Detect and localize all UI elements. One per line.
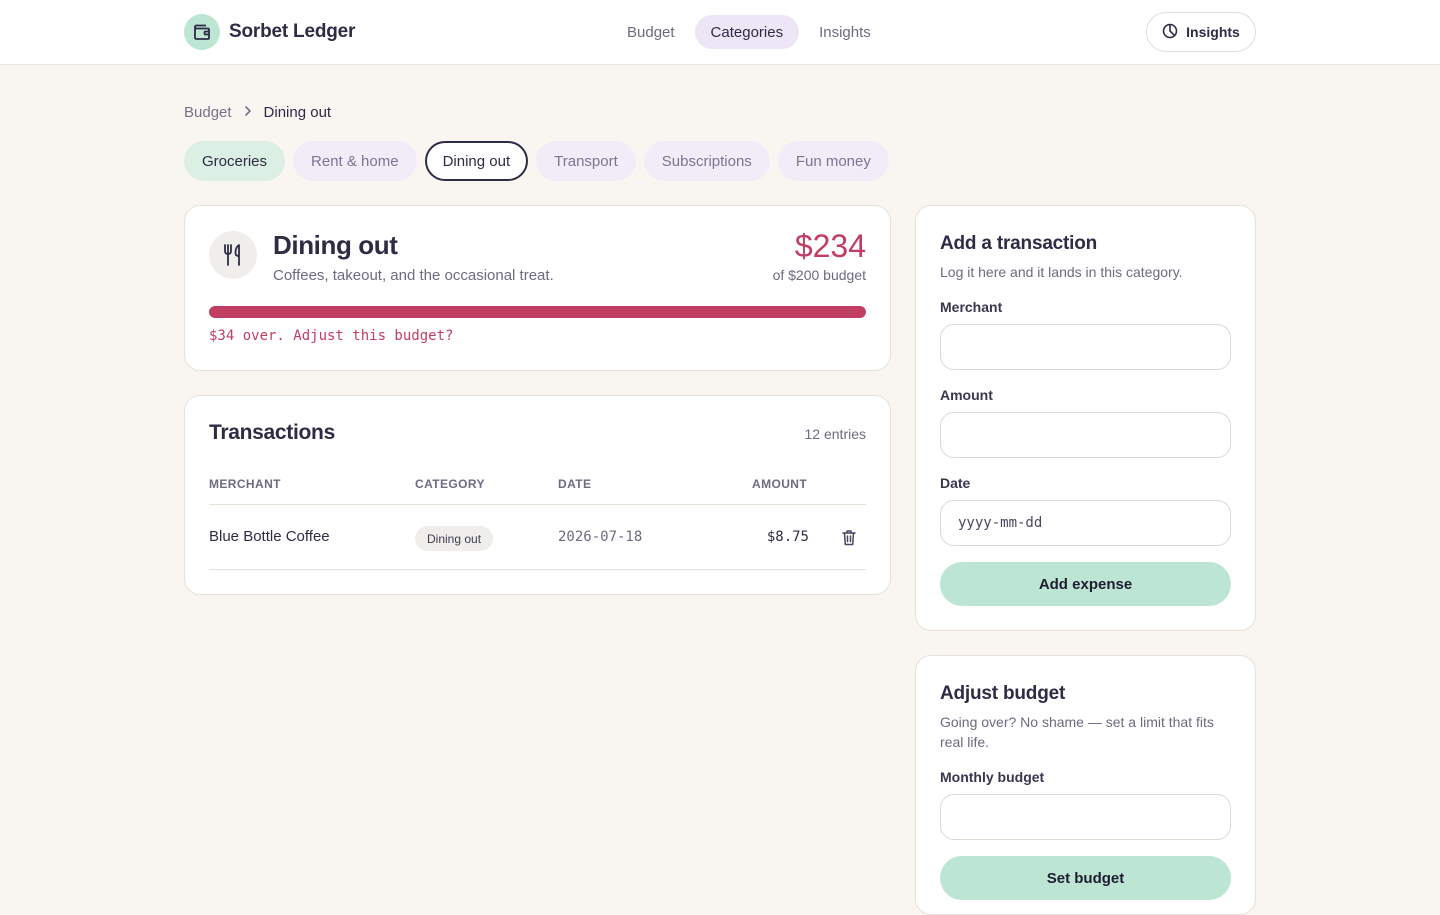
row-amount: $8.75	[766, 529, 809, 545]
merchant-input[interactable]	[940, 324, 1231, 370]
over-budget-message[interactable]: $34 over. Adjust this budget?	[209, 328, 453, 344]
breadcrumb-budget-link[interactable]: Budget	[184, 104, 232, 121]
insights-button[interactable]: Insights	[1146, 12, 1256, 52]
table-header-divider	[209, 504, 866, 505]
brand-name: Sorbet Ledger	[229, 21, 356, 42]
category-summary-card: Dining out Coffees, takeout, and the occ…	[184, 205, 891, 371]
budget-progress-bar	[209, 306, 866, 318]
add-transaction-subtitle: Log it here and it lands in this categor…	[940, 264, 1183, 280]
add-transaction-card: Add a transaction Log it here and it lan…	[915, 205, 1256, 631]
row-merchant: Blue Bottle Coffee	[209, 528, 330, 545]
chip-transport[interactable]: Transport	[536, 141, 636, 181]
trash-icon[interactable]	[841, 529, 857, 551]
pie-chart-icon	[1162, 23, 1178, 42]
nav-insights[interactable]: Insights	[803, 15, 887, 49]
category-description: Coffees, takeout, and the occasional tre…	[273, 267, 554, 284]
table-row-divider	[209, 569, 866, 570]
chip-groceries[interactable]: Groceries	[184, 141, 286, 181]
transactions-title: Transactions	[209, 421, 335, 444]
nav-categories[interactable]: Categories	[694, 15, 800, 49]
brand[interactable]: Sorbet Ledger	[184, 14, 355, 50]
chevron-right-icon	[242, 104, 254, 121]
monthly-budget-label: Monthly budget	[940, 769, 1045, 785]
amount-label: Amount	[940, 387, 993, 403]
chip-dining-out[interactable]: Dining out	[424, 141, 529, 181]
transactions-count: 12 entries	[804, 426, 866, 442]
column-header-date: DATE	[558, 477, 592, 491]
category-tabs: Groceries Rent & home Dining out Transpo…	[184, 141, 889, 181]
chip-rent-home[interactable]: Rent & home	[293, 141, 417, 181]
budget-progress-fill	[209, 306, 866, 318]
chip-subscriptions[interactable]: Subscriptions	[643, 141, 770, 181]
wallet-icon	[184, 14, 220, 50]
top-nav: Budget Categories Insights	[611, 15, 887, 49]
nav-budget[interactable]: Budget	[611, 15, 691, 49]
breadcrumb-current: Dining out	[263, 104, 332, 121]
row-date: 2026-07-18	[558, 529, 643, 545]
transactions-card: Transactions 12 entries MERCHANT CATEGOR…	[184, 395, 891, 595]
column-header-amount: AMOUNT	[752, 477, 808, 491]
column-header-category: CATEGORY	[415, 477, 485, 491]
date-input[interactable]	[940, 500, 1231, 546]
add-transaction-title: Add a transaction	[940, 233, 1098, 254]
chip-fun-money[interactable]: Fun money	[777, 141, 889, 181]
fork-knife-icon	[209, 231, 257, 279]
set-budget-button[interactable]: Set budget	[940, 856, 1231, 900]
insights-button-label: Insights	[1186, 24, 1240, 40]
add-expense-button[interactable]: Add expense	[940, 562, 1231, 606]
column-header-merchant: MERCHANT	[209, 477, 281, 491]
category-spent-amount: $234	[794, 228, 866, 264]
top-bar: Sorbet Ledger Budget Categories Insights…	[0, 0, 1440, 65]
breadcrumb: Budget Dining out	[184, 104, 331, 121]
row-category-badge: Dining out	[415, 526, 494, 551]
merchant-label: Merchant	[940, 299, 1003, 315]
category-budget-text: of $200 budget	[772, 267, 866, 283]
date-label: Date	[940, 475, 971, 491]
amount-input[interactable]	[940, 412, 1231, 458]
adjust-budget-subtitle: Going over? No shame — set a limit that …	[940, 714, 1214, 750]
adjust-budget-title: Adjust budget	[940, 683, 1066, 704]
monthly-budget-input[interactable]	[940, 794, 1231, 840]
adjust-budget-card: Adjust budget Going over? No shame — set…	[915, 655, 1256, 915]
category-title: Dining out	[273, 230, 398, 260]
